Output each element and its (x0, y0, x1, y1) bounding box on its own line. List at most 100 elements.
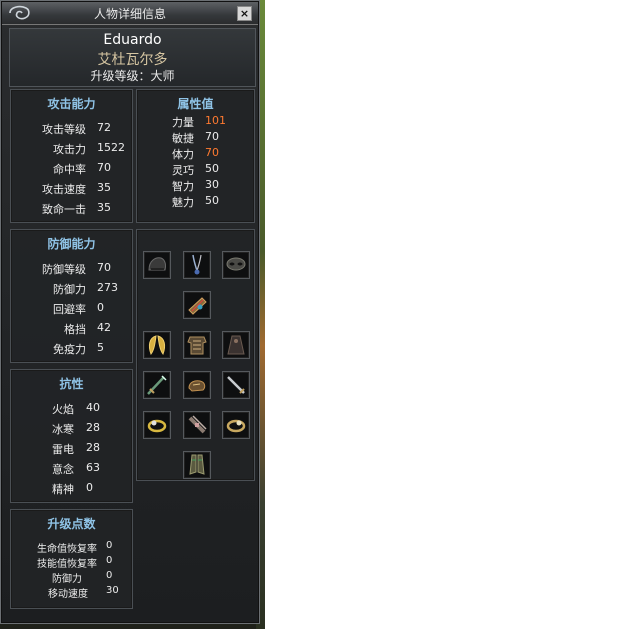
stat-value: 72 (97, 121, 111, 134)
attribute-value: 30 (205, 178, 219, 191)
stat-label: 命中率 (53, 163, 86, 176)
gloves-icon (188, 380, 206, 392)
stat-value: 28 (86, 441, 100, 454)
mask-slot[interactable] (222, 251, 250, 279)
stat-label: 火焰 (52, 403, 74, 416)
belt-slot[interactable] (183, 411, 211, 439)
attribute-row: 力量 101 (137, 114, 254, 129)
ring-left-slot[interactable] (143, 411, 171, 439)
attribute-row: 体力 70 (137, 146, 254, 161)
stat-label: 格挡 (64, 323, 86, 336)
stat-row: 冰寒 28 (11, 421, 132, 436)
stat-row: 格挡 42 (11, 321, 132, 336)
attribute-value: 50 (205, 194, 219, 207)
stat-value: 0 (86, 481, 93, 494)
stat-label: 意念 (52, 463, 74, 476)
stat-value: 28 (86, 421, 100, 434)
stat-row: 火焰 40 (11, 401, 132, 416)
weapon-right-icon (227, 376, 245, 394)
cloak-slot[interactable] (222, 331, 250, 359)
defense-panel-title: 防御能力 (47, 237, 96, 251)
weapon-left-slot[interactable] (143, 371, 171, 399)
stat-value: 0 (106, 540, 113, 551)
stat-value: 35 (97, 181, 111, 194)
attribute-label: 敏捷 (172, 132, 194, 145)
attack-panel-title: 攻击能力 (47, 97, 96, 111)
stat-value: 0 (106, 555, 113, 566)
window-title: 人物详细信息 (93, 7, 166, 21)
helmet-slot[interactable] (143, 251, 171, 279)
bracer-icon (188, 297, 207, 315)
stat-label: 冰寒 (52, 423, 74, 436)
attribute-label: 灵巧 (172, 164, 194, 177)
weapon-right-slot[interactable] (222, 371, 250, 399)
stat-value: 30 (106, 585, 119, 596)
helmet-icon (148, 257, 166, 271)
attribute-value: 101 (205, 114, 226, 127)
bracer-slot[interactable] (183, 291, 211, 319)
cloak-icon (227, 335, 245, 355)
stat-row: 防御力 0 (11, 570, 132, 585)
armor-slot[interactable] (183, 331, 211, 359)
stat-label: 技能值恢复率 (37, 559, 97, 570)
wings-icon (148, 335, 166, 356)
stat-value: 1522 (97, 141, 125, 154)
stat-label: 回避率 (53, 303, 86, 316)
attributes-panel: 属性值 力量 101 敏捷 70 体力 70 灵巧 50 智力 30 魅力 50 (136, 89, 255, 223)
attribute-row: 智力 30 (137, 178, 254, 193)
stat-row: 防御力 273 (11, 281, 132, 296)
stat-label: 攻击等级 (42, 123, 86, 136)
stat-row: 雷电 28 (11, 441, 132, 456)
wings-slot[interactable] (143, 331, 171, 359)
weapon-left-icon (147, 375, 167, 395)
stat-label: 防御等级 (42, 263, 86, 276)
stat-row: 攻击力 1522 (11, 141, 132, 156)
attribute-label: 力量 (172, 116, 194, 129)
attribute-row: 灵巧 50 (137, 162, 254, 177)
character-level: 升级等级：大师 (90, 69, 175, 83)
stat-row: 命中率 70 (11, 161, 132, 176)
mask-icon (226, 257, 246, 271)
armor-icon (187, 336, 207, 355)
ring-right-slot[interactable] (222, 411, 250, 439)
boots-icon (189, 454, 205, 475)
stat-row: 精神 0 (11, 481, 132, 496)
stat-row: 防御等级 70 (11, 261, 132, 276)
character-name: Eduardo (103, 32, 162, 48)
stat-label: 防御力 (53, 283, 86, 296)
upgrade-points-panel-title: 升级点数 (47, 517, 96, 531)
title-bar[interactable]: 人物详细信息 × (2, 2, 258, 25)
defense-panel: 防御能力 防御等级 70 防御力 273 回避率 0 格挡 42 免疫力 5 (10, 229, 133, 363)
belt-icon (188, 415, 207, 434)
stat-value: 70 (97, 161, 111, 174)
stat-label: 精神 (52, 483, 74, 496)
attribute-row: 魅力 50 (137, 194, 254, 209)
ring-right-icon (226, 419, 246, 433)
stat-value: 273 (97, 281, 118, 294)
stat-value: 40 (86, 401, 100, 414)
attack-panel: 攻击能力 攻击等级 72 攻击力 1522 命中率 70 攻击速度 35 致命一… (10, 89, 133, 223)
stat-label: 攻击力 (53, 143, 86, 156)
stat-label: 攻击速度 (42, 183, 86, 196)
stat-row: 意念 63 (11, 461, 132, 476)
attribute-row: 敏捷 70 (137, 130, 254, 145)
attribute-value: 70 (205, 130, 219, 143)
upgrade-points-panel: 升级点数 生命值恢复率 0 技能值恢复率 0 防御力 0 移动速度 30 (10, 509, 133, 609)
boots-slot[interactable] (183, 451, 211, 479)
close-button[interactable]: × (237, 6, 252, 21)
attribute-label: 体力 (172, 148, 194, 161)
stat-row: 生命值恢复率 0 (11, 540, 132, 555)
character-info-window: 人物详细信息 × Eduardo 艾杜瓦尔多 升级等级：大师 攻击能力 攻击等级… (0, 0, 260, 624)
ring-left-icon (147, 419, 167, 433)
necklace-icon (192, 254, 202, 275)
stat-row: 回避率 0 (11, 301, 132, 316)
gloves-slot[interactable] (183, 371, 211, 399)
attribute-value: 50 (205, 162, 219, 175)
necklace-slot[interactable] (183, 251, 211, 279)
stat-label: 免疫力 (53, 343, 86, 356)
attribute-label: 魅力 (172, 196, 194, 209)
stat-row: 移动速度 30 (11, 585, 132, 600)
attribute-label: 智力 (172, 180, 194, 193)
stat-label: 生命值恢复率 (37, 544, 97, 555)
stat-row: 技能值恢复率 0 (11, 555, 132, 570)
